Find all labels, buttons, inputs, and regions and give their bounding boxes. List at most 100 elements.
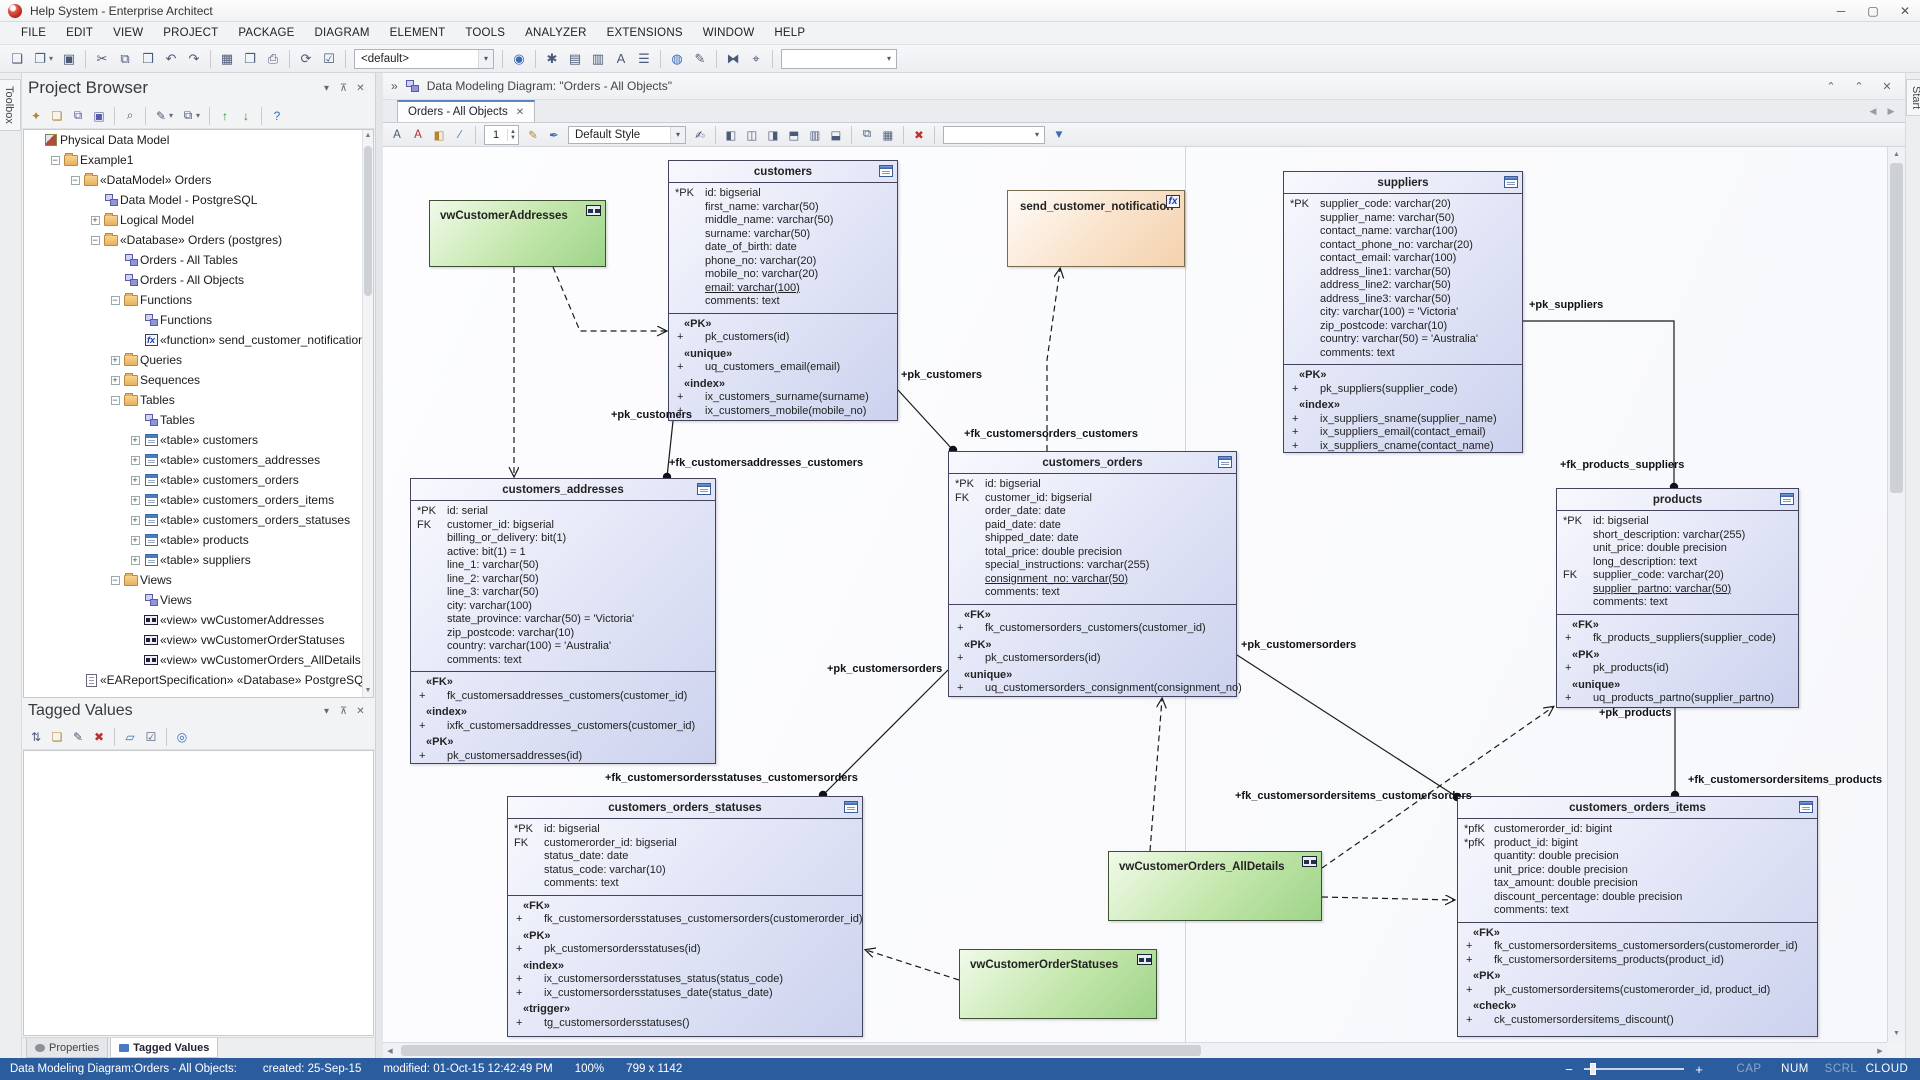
note-icon[interactable]: ▥ [587, 48, 609, 70]
zoom-out-button[interactable]: − [1560, 1062, 1578, 1077]
pencil-icon[interactable]: ✎ [689, 48, 711, 70]
scroll-left-icon[interactable]: ◀ [383, 1043, 397, 1058]
redo-icon[interactable]: ↷ [183, 48, 205, 70]
font-icon[interactable]: A [387, 125, 407, 144]
chevron-down-icon[interactable]: ▾ [669, 126, 685, 143]
tree-item-table-customers-orders[interactable]: + «table» customers_orders [24, 470, 373, 490]
menu-analyzer[interactable]: ANALYZER [516, 24, 595, 42]
new-tag-icon[interactable]: ❏ [47, 727, 67, 747]
tree-item-function-send-customer-notification[interactable]: fx «function» send_customer_notification [24, 330, 373, 350]
chevron-down-icon[interactable]: ▾ [882, 54, 896, 63]
apply-style-icon[interactable]: ✍ [690, 125, 710, 144]
menu-extensions[interactable]: EXTENSIONS [598, 24, 692, 42]
tab-orders-all-objects[interactable]: Orders - All Objects ✕ [397, 100, 536, 122]
next-tab-icon[interactable]: ▶ [1883, 106, 1899, 117]
help-icon[interactable]: ? [267, 106, 287, 126]
copy-icon[interactable]: ⧉ [114, 48, 136, 70]
diagram-view-vwcustomerorderstatuses[interactable]: vwCustomerOrderStatuses [959, 949, 1157, 1019]
new-model-icon[interactable]: ✦ [26, 106, 46, 126]
collapse-icon[interactable]: − [48, 155, 62, 165]
align-center-icon[interactable]: ◫ [742, 125, 762, 144]
project-tree-scrollbar[interactable]: ▲ ▼ [362, 130, 373, 697]
tree-item-tables[interactable]: − Tables [24, 390, 373, 410]
move-down-icon[interactable]: ↓ [236, 106, 256, 126]
new-package-icon[interactable]: ❏ [47, 106, 67, 126]
tree-item-data-model-postgresql[interactable]: Data Model - PostgreSQL [24, 190, 373, 210]
filter-icon[interactable]: ▼ [1049, 125, 1069, 144]
same-size-icon[interactable]: ⧉ [857, 125, 877, 144]
prev-tab-icon[interactable]: ◀ [1865, 106, 1881, 117]
style-combo[interactable]: Default Style ▾ [567, 125, 686, 144]
chevron-down-icon[interactable]: ▾ [169, 111, 177, 120]
lock-indicator-cap[interactable]: CAP [1726, 1063, 1772, 1075]
align-middle-icon[interactable]: ▥ [805, 125, 825, 144]
new-element-icon[interactable]: ✱ [541, 48, 563, 70]
expand-icon[interactable]: + [128, 435, 142, 445]
tree-item-example1[interactable]: − Example1 [24, 150, 373, 170]
expand-icon[interactable]: + [128, 555, 142, 565]
chevron-down-icon[interactable]: ▾ [49, 54, 57, 63]
expand-icon[interactable]: + [108, 375, 122, 385]
expand-icon[interactable]: + [128, 535, 142, 545]
tab-tagged-values[interactable]: Tagged Values [110, 1038, 219, 1058]
help-icon[interactable]: ◎ [172, 727, 192, 747]
lock-indicator-scrl[interactable]: SCRL [1818, 1063, 1864, 1075]
chevrons-icon[interactable]: » [391, 79, 398, 93]
menu-package[interactable]: PACKAGE [229, 24, 303, 42]
line-width-spinner[interactable]: 1 ▲ ▼ [484, 124, 519, 145]
tree-item-functions[interactable]: − Functions [24, 290, 373, 310]
reload-icon[interactable]: ⟳ [295, 48, 317, 70]
open-diagram-icon[interactable]: ❐ [239, 48, 261, 70]
menu-element[interactable]: ELEMENT [381, 24, 455, 42]
align-left-icon[interactable]: ◧ [721, 125, 741, 144]
diagram-find-input-field[interactable] [943, 126, 1030, 143]
edit-icon[interactable]: ✎ [151, 106, 171, 126]
align-right-icon[interactable]: ◨ [763, 125, 783, 144]
link-icon[interactable]: ⧓ [722, 48, 744, 70]
tree-item-physical-data-model[interactable]: Physical Data Model [24, 130, 373, 150]
menu-view[interactable]: VIEW [104, 24, 152, 42]
sort-icon[interactable]: ⇅ [26, 727, 46, 747]
line-color-icon[interactable]: ∕ [450, 125, 470, 144]
move-up-icon[interactable]: ↑ [215, 106, 235, 126]
find-in-browser-icon[interactable]: ⌕ [120, 106, 140, 126]
print-icon[interactable]: ⎙ [262, 48, 284, 70]
tree-item-logical-model[interactable]: + Logical Model [24, 210, 373, 230]
tree-item-datamodel-orders[interactable]: − «DataModel» Orders [24, 170, 373, 190]
align-top-icon[interactable]: ⬒ [784, 125, 804, 144]
new-diagram-icon[interactable]: ▦ [216, 48, 238, 70]
layout-icon[interactable]: ▦ [878, 125, 898, 144]
diagram-table-customers-orders-items[interactable]: customers_orders_items *pfK customerorder_… [1457, 796, 1818, 1037]
tree-item-eareportspecification-database-postgresql[interactable]: «EAReportSpecification» «Database» Postg… [24, 670, 373, 690]
collapse-icon[interactable]: − [108, 395, 122, 405]
scroll-up-icon[interactable]: ▲ [1888, 149, 1905, 161]
zoom-slider-track[interactable] [1584, 1063, 1684, 1075]
diagram-table-customers-orders-statuses[interactable]: customers_orders_statuses *PK id: bigseria… [507, 796, 863, 1037]
tree-item-table-customers-orders-items[interactable]: + «table» customers_orders_items [24, 490, 373, 510]
expand-icon[interactable]: + [108, 355, 122, 365]
toolbox-side-tab[interactable]: Toolbox [0, 79, 21, 131]
toolbar-search-field[interactable] [782, 50, 882, 67]
tree-item-view-vwcustomerorderstatuses[interactable]: «view» vwCustomerOrderStatuses [24, 630, 373, 650]
diagram-canvas[interactable]: customers *PK id: bigserial first_name: var… [383, 147, 1887, 1042]
expand-icon[interactable]: + [128, 515, 142, 525]
toolbar-search[interactable]: ▾ [781, 48, 897, 69]
collapse-icon[interactable]: ⌃ [1821, 80, 1841, 93]
diagram-table-customers[interactable]: customers *PK id: bigserial first_name: var… [668, 160, 898, 421]
tree-item-queries[interactable]: + Queries [24, 350, 373, 370]
scroll-right-icon[interactable]: ▶ [1873, 1043, 1887, 1058]
scrollbar-thumb[interactable] [364, 146, 372, 296]
tree-item-sequences[interactable]: + Sequences [24, 370, 373, 390]
menu-tools[interactable]: TOOLS [456, 24, 514, 42]
help-sphere-icon[interactable]: ◉ [508, 48, 530, 70]
menu-diagram[interactable]: DIAGRAM [306, 24, 379, 42]
dropdown-menu-icon[interactable]: ▾ [318, 80, 335, 97]
lock-indicator-cloud[interactable]: CLOUD [1864, 1063, 1910, 1075]
paste-icon[interactable]: ❒ [137, 48, 159, 70]
tab-close-icon[interactable]: ✕ [516, 107, 524, 118]
checklist-icon[interactable]: ☑ [141, 727, 161, 747]
close-icon[interactable]: ✕ [352, 80, 369, 97]
validate-icon[interactable]: ☑ [318, 48, 340, 70]
diagram-table-customers-orders[interactable]: customers_orders *PK id: bigserial FK custom… [948, 451, 1242, 697]
default-combo[interactable]: <default> ▾ [354, 48, 494, 69]
